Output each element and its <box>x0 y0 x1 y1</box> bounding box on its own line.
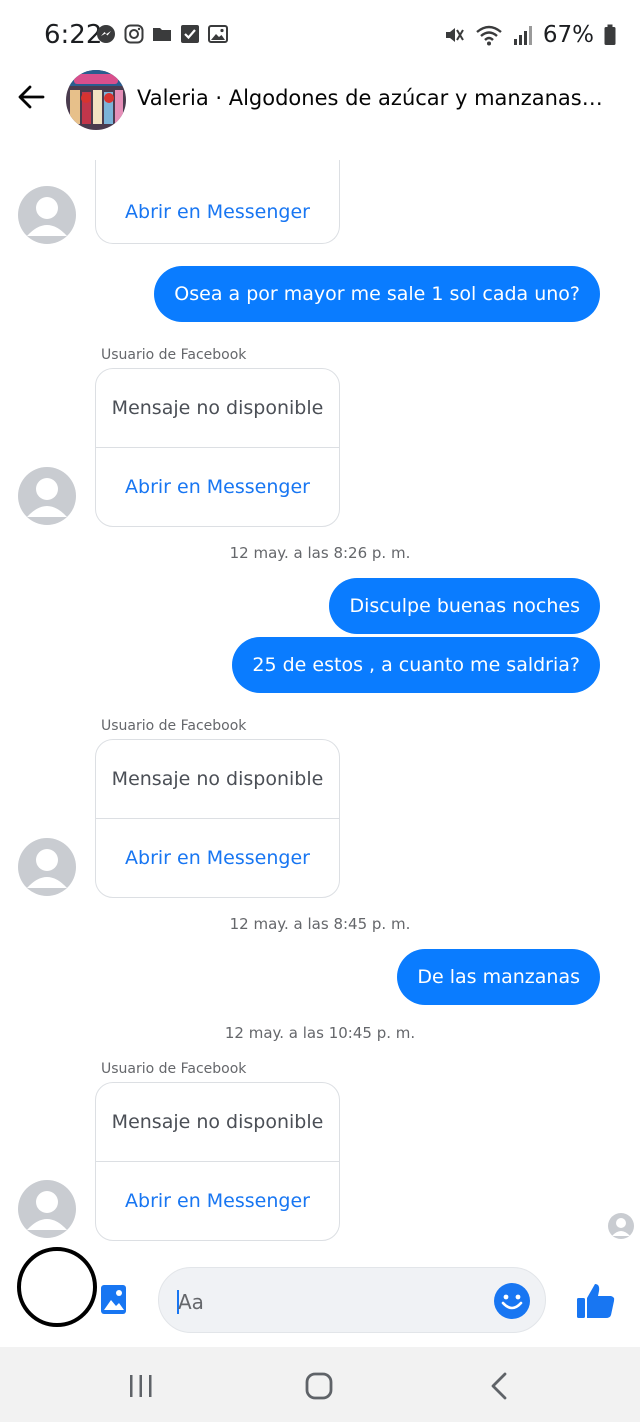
outgoing-message[interactable]: Osea a por mayor me sale 1 sol cada uno? <box>154 266 600 322</box>
mute-vibrate-icon <box>445 28 464 42</box>
back-icon[interactable] <box>488 1371 510 1401</box>
image-icon <box>208 25 228 43</box>
conversation-avatar[interactable] <box>66 70 126 130</box>
signal-icon <box>513 26 532 45</box>
default-user-avatar-icon[interactable] <box>18 186 76 244</box>
emoji-icon[interactable] <box>494 1283 530 1319</box>
gallery-icon[interactable] <box>98 1283 128 1317</box>
back-arrow-icon[interactable] <box>16 82 46 112</box>
message-input-placeholder: Aa <box>178 1290 204 1314</box>
home-icon[interactable] <box>305 1372 333 1400</box>
messenger-icon <box>97 25 115 43</box>
outgoing-message[interactable]: De las manzanas <box>397 949 600 1005</box>
message-timestamp: 12 may. a las 10:45 p. m. <box>224 1024 416 1042</box>
unavailable-message-text: Mensaje no disponible <box>96 1083 339 1162</box>
status-system-icons: 67% <box>443 22 616 48</box>
more-actions-button[interactable] <box>17 1247 97 1327</box>
message-input[interactable] <box>158 1267 546 1333</box>
unavailable-message-text: Mensaje no disponible <box>96 740 339 819</box>
outgoing-message[interactable]: Disculpe buenas noches <box>329 578 600 634</box>
default-user-avatar-icon[interactable] <box>18 838 76 896</box>
battery-percentage: 67% <box>542 22 594 48</box>
unavailable-message-card: Abrir en Messenger <box>95 160 340 244</box>
status-time: 6:22 <box>44 20 103 50</box>
sender-name: Usuario de Facebook <box>101 718 247 734</box>
unavailable-message-text: Mensaje no disponible <box>96 369 339 448</box>
shop-photo-icon <box>66 70 126 130</box>
unavailable-message-card: Mensaje no disponible Abrir en Messenger <box>95 739 340 898</box>
outgoing-message[interactable]: 25 de estos , a cuanto me saldria? <box>232 637 600 693</box>
checkbox-icon <box>181 25 199 43</box>
default-user-avatar-icon[interactable] <box>18 467 76 525</box>
message-timestamp: 12 may. a las 8:45 p. m. <box>229 915 411 933</box>
open-in-messenger-link[interactable]: Abrir en Messenger <box>96 1162 339 1240</box>
sender-name: Usuario de Facebook <box>101 1061 247 1077</box>
seen-indicator-avatar-icon <box>608 1213 634 1239</box>
open-in-messenger-link[interactable]: Abrir en Messenger <box>96 819 339 897</box>
sender-name: Usuario de Facebook <box>101 347 247 363</box>
conversation-title[interactable]: Valeria · Algodones de azúcar y manzanas… <box>137 86 607 110</box>
unavailable-message-card: Mensaje no disponible Abrir en Messenger <box>95 1082 340 1241</box>
like-thumbs-up-icon[interactable] <box>576 1281 616 1321</box>
recent-apps-icon[interactable] <box>128 1374 154 1398</box>
open-in-messenger-link[interactable]: Abrir en Messenger <box>96 448 339 526</box>
folder-icon <box>153 28 171 41</box>
open-in-messenger-link[interactable]: Abrir en Messenger <box>96 160 339 244</box>
instagram-icon <box>124 24 144 44</box>
default-user-avatar-icon[interactable] <box>18 1180 76 1238</box>
battery-icon <box>604 24 616 45</box>
message-timestamp: 12 may. a las 8:26 p. m. <box>229 544 411 562</box>
unavailable-message-card: Mensaje no disponible Abrir en Messenger <box>95 368 340 527</box>
wifi-icon <box>476 25 502 46</box>
status-notification-icons <box>96 24 228 44</box>
